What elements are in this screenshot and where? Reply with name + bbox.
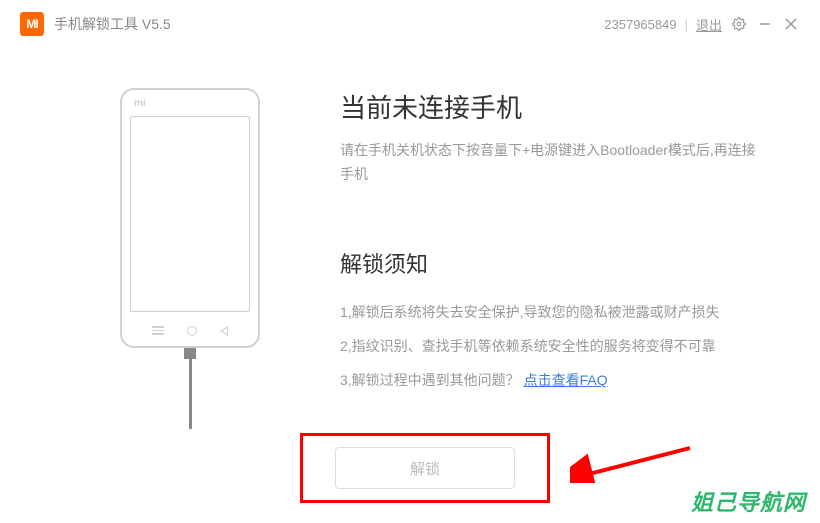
user-id: 2357965849	[604, 17, 676, 32]
phone-outline: mi	[120, 88, 260, 348]
watermark: 姐己导航网	[691, 485, 806, 517]
minimize-icon[interactable]	[756, 15, 774, 33]
status-instruction: 请在手机关机状态下按音量下+电源键进入Bootloader模式后,再连接手机	[340, 139, 760, 187]
notice-heading: 解锁须知	[340, 247, 760, 279]
usb-plug-icon	[184, 347, 196, 359]
phone-screen	[130, 116, 250, 312]
home-icon	[187, 326, 197, 336]
logo-text: MI	[26, 17, 37, 31]
logout-link[interactable]: 退出	[696, 15, 722, 34]
unlock-button[interactable]: 解锁	[335, 447, 515, 489]
highlight-box: 解锁	[300, 433, 550, 503]
mi-logo: MI	[20, 12, 44, 36]
close-icon[interactable]	[782, 15, 800, 33]
notice-item-1: 1,解锁后系统将失去安全保护,导致您的隐私被泄露或财产损失	[340, 301, 760, 323]
faq-link[interactable]: 点击查看FAQ	[524, 372, 608, 388]
back-icon	[220, 326, 228, 336]
content: mi 当前未连接手机 请在手机关机状态下按音量下+电源键进入Bootloader…	[0, 48, 820, 429]
status-heading: 当前未连接手机	[340, 88, 760, 125]
settings-icon[interactable]	[730, 15, 748, 33]
notice-item-3-text: 3,解锁过程中遇到其他问题？	[340, 372, 520, 388]
notice-item-3: 3,解锁过程中遇到其他问题？ 点击查看FAQ	[340, 369, 760, 391]
divider: |	[685, 17, 688, 32]
usb-cable-icon	[189, 359, 192, 429]
titlebar: MI 手机解锁工具 V5.5 2357965849 | 退出	[0, 0, 820, 48]
menu-icon	[152, 326, 164, 336]
notice-item-2: 2,指纹识别、查找手机等依赖系统安全性的服务将变得不可靠	[340, 335, 760, 357]
arrow-annotation	[570, 443, 700, 483]
text-column: 当前未连接手机 请在手机关机状态下按音量下+电源键进入Bootloader模式后…	[280, 88, 760, 429]
phone-nav-buttons	[122, 326, 258, 336]
phone-brand: mi	[134, 98, 146, 109]
app-title: 手机解锁工具 V5.5	[54, 14, 171, 34]
phone-illustration: mi	[100, 88, 280, 429]
titlebar-right: 2357965849 | 退出	[604, 15, 800, 34]
